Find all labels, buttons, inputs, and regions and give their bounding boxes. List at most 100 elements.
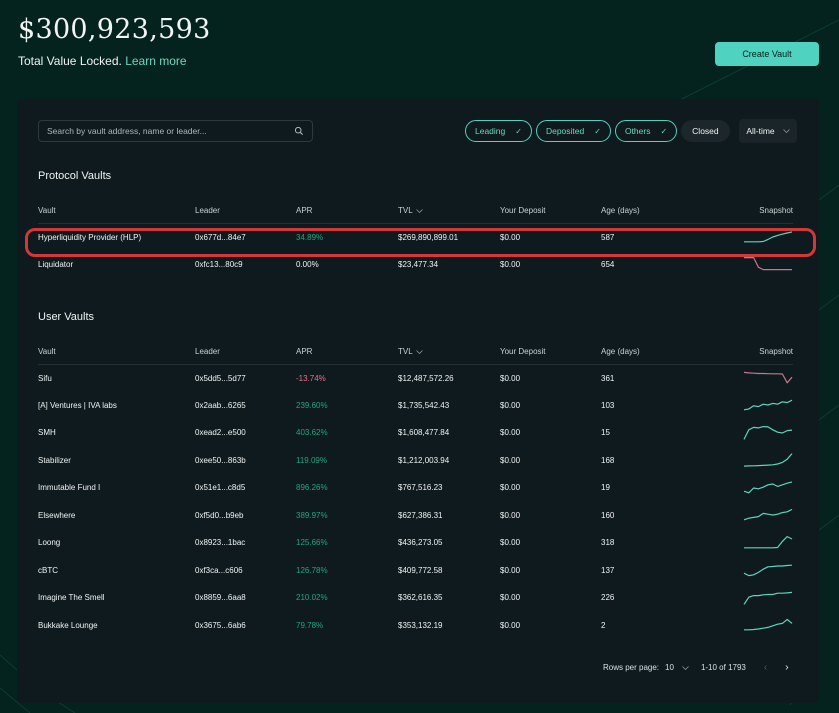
vault-row[interactable]: SMH 0xead2...e500 403.62% $1,608,477.84 $0.0… bbox=[38, 419, 793, 447]
tvl-label: Total Value Locked. bbox=[18, 54, 122, 68]
col-age[interactable]: Age (days) bbox=[601, 199, 701, 224]
snapshot-cell bbox=[701, 557, 793, 585]
filter-chips: Leading ✓ Deposited ✓ Others ✓ Closed bbox=[465, 120, 730, 142]
leader-address: 0x8859...6aa8 bbox=[195, 593, 246, 603]
pagination: Rows per page: 10 1-10 of 1793 ‹ › bbox=[603, 662, 789, 673]
apr-value: 239.60% bbox=[296, 400, 328, 410]
age-days: 226 bbox=[601, 593, 615, 603]
sparkline-path bbox=[743, 591, 793, 605]
protocol-vaults-title: Protocol Vaults bbox=[38, 170, 112, 182]
your-deposit: $0.00 bbox=[500, 428, 521, 438]
filter-deposited[interactable]: Deposited ✓ bbox=[535, 120, 611, 142]
filter-label: Deposited bbox=[545, 126, 585, 136]
col-tvl[interactable]: TVL bbox=[398, 340, 500, 365]
checkmark-icon: ✓ bbox=[594, 126, 601, 136]
your-deposit: $0.00 bbox=[500, 232, 521, 242]
col-tvl-label: TVL bbox=[398, 347, 413, 357]
sparkline-path bbox=[743, 425, 793, 440]
tvl-value: $12,487,572.26 bbox=[398, 373, 454, 383]
tvl-value: $23,477.34 bbox=[398, 259, 439, 269]
your-deposit: $0.00 bbox=[500, 373, 521, 383]
snapshot-cell bbox=[701, 392, 793, 420]
col-your-deposit[interactable]: Your Deposit bbox=[500, 199, 601, 224]
snapshot-sparkline bbox=[743, 453, 793, 467]
sort-desc-icon bbox=[415, 350, 423, 355]
col-leader[interactable]: Leader bbox=[195, 340, 296, 365]
age-days: 168 bbox=[601, 455, 615, 465]
sparkline-path bbox=[743, 509, 793, 521]
checkmark-icon: ✓ bbox=[660, 126, 668, 136]
search-input[interactable] bbox=[47, 126, 294, 136]
col-apr[interactable]: APR bbox=[296, 199, 398, 224]
snapshot-sparkline bbox=[743, 509, 793, 521]
search-icon[interactable] bbox=[294, 126, 304, 136]
apr-value: 896.26% bbox=[296, 483, 328, 493]
col-your-deposit[interactable]: Your Deposit bbox=[500, 340, 601, 365]
snapshot-cell bbox=[701, 251, 793, 279]
vault-row[interactable]: Elsewhere 0xf5d0...b9eb 389.97% $627,386.31… bbox=[38, 502, 793, 530]
age-days: 15 bbox=[601, 428, 610, 438]
your-deposit: $0.00 bbox=[500, 565, 521, 575]
filter-leading[interactable]: Leading ✓ bbox=[465, 120, 532, 142]
vault-name: Immutable Fund I bbox=[38, 483, 101, 493]
leader-address: 0xf3ca...c606 bbox=[195, 565, 243, 575]
apr-value: 79.78% bbox=[296, 620, 324, 630]
vault-name: Sifu bbox=[38, 373, 52, 383]
vault-name: [A] Ventures | IVA labs bbox=[38, 400, 117, 410]
create-vault-button[interactable]: Create Vault bbox=[715, 42, 819, 66]
snapshot-cell bbox=[701, 612, 793, 640]
age-days: 361 bbox=[601, 373, 615, 383]
col-vault[interactable]: Vault bbox=[38, 340, 195, 365]
filter-others[interactable]: Others ✓ bbox=[614, 120, 678, 142]
col-age[interactable]: Age (days) bbox=[601, 340, 701, 365]
snapshot-sparkline bbox=[744, 257, 792, 271]
vault-row[interactable]: [A] Ventures | IVA labs 0x2aab...6265 239.… bbox=[38, 392, 793, 420]
vault-row[interactable]: Liquidator 0xfc13...80c9 0.00% $23,477.34 $0… bbox=[38, 251, 793, 279]
vault-row[interactable]: Hyperliquidity Provider (HLP) 0x677d...84… bbox=[38, 223, 793, 251]
vault-row[interactable]: Stabilizer 0xee50...863b 119.09% $1,212,003… bbox=[38, 447, 793, 475]
col-tvl[interactable]: TVL bbox=[398, 199, 500, 224]
col-vault[interactable]: Vault bbox=[38, 199, 195, 224]
vault-row[interactable]: Bukkake Lounge 0x3675...6ab6 79.78% $353,13… bbox=[38, 612, 793, 640]
vault-row[interactable]: Imagine The Smell 0x8859...6aa8 210.02% $36… bbox=[38, 584, 793, 612]
search-box[interactable] bbox=[38, 120, 313, 142]
snapshot-cell bbox=[701, 529, 793, 557]
next-page-button[interactable]: › bbox=[785, 662, 788, 673]
sparkline-path bbox=[743, 371, 793, 384]
snapshot-sparkline bbox=[743, 591, 793, 605]
vault-row[interactable]: Immutable Fund I 0x51e1...c8d5 896.26% $767… bbox=[38, 474, 793, 502]
your-deposit: $0.00 bbox=[500, 483, 521, 493]
apr-value: 126.78% bbox=[296, 565, 328, 575]
sparkline-path bbox=[743, 399, 793, 411]
vault-row[interactable]: cBTC 0xf3ca...c606 126.78% $409,772.58 $0.00… bbox=[38, 557, 793, 585]
col-apr[interactable]: APR bbox=[296, 340, 398, 365]
leader-address: 0x51e1...c8d5 bbox=[195, 483, 246, 493]
age-days: 160 bbox=[601, 510, 615, 520]
col-snapshot: Snapshot bbox=[701, 340, 793, 365]
vault-row[interactable]: Loong 0x8923...1bac 125.66% $436,273.05 $0.0… bbox=[38, 529, 793, 557]
tvl-value: $1,212,003.94 bbox=[398, 455, 450, 465]
vault-row[interactable]: Sifu 0x5dd5...5d77 -13.74% $12,487,572.26 $0… bbox=[38, 364, 793, 392]
age-days: 587 bbox=[601, 232, 615, 242]
age-days: 654 bbox=[601, 259, 615, 269]
col-leader[interactable]: Leader bbox=[195, 199, 296, 224]
learn-more-link[interactable]: Learn more bbox=[125, 54, 186, 68]
vault-name: Loong bbox=[38, 538, 61, 548]
snapshot-sparkline bbox=[743, 399, 793, 411]
vault-name: cBTC bbox=[38, 565, 58, 575]
table-header-row: Vault Leader APR TVL Your Deposit Age (d… bbox=[38, 340, 793, 365]
filter-closed[interactable]: Closed bbox=[681, 120, 730, 142]
time-range-select[interactable]: All-time bbox=[739, 119, 797, 143]
prev-page-button[interactable]: ‹ bbox=[764, 662, 767, 673]
time-range-value: All-time bbox=[746, 126, 775, 136]
apr-value: 0.00% bbox=[296, 259, 319, 269]
table-header-row: Vault Leader APR TVL Your Deposit Age (d… bbox=[38, 199, 793, 224]
page-range: 1-10 of 1793 bbox=[700, 663, 746, 672]
snapshot-sparkline bbox=[743, 564, 793, 577]
vault-name: Elsewhere bbox=[38, 510, 76, 520]
age-days: 318 bbox=[601, 538, 615, 548]
snapshot-sparkline bbox=[743, 425, 793, 440]
vault-name: Imagine The Smell bbox=[38, 593, 105, 603]
rows-per-page-select[interactable]: 10 bbox=[665, 663, 689, 672]
sparkline-path bbox=[743, 564, 793, 577]
